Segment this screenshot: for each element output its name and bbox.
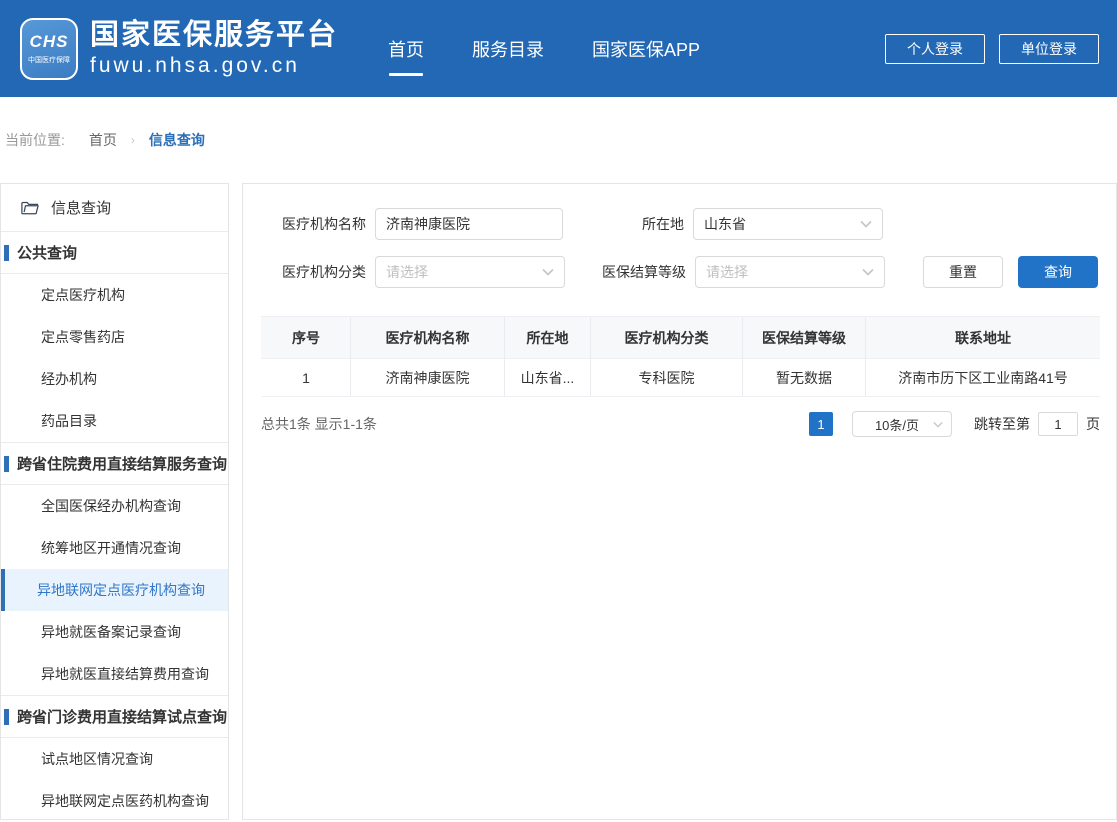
nav-item-service-catalog-label: 服务目录: [472, 40, 544, 60]
breadcrumb-current-link[interactable]: 信息查询: [149, 130, 205, 150]
logo-caption: 中国医疗保障: [28, 55, 70, 65]
chevron-down-icon: [862, 268, 874, 276]
breadcrumb-prefix: 当前位置:: [5, 130, 65, 150]
column-header-contact-address: 联系地址: [866, 317, 1100, 359]
sidebar-item-designated-medical-institution[interactable]: 定点医疗机构: [1, 274, 228, 316]
sidebar-title: 信息查询: [1, 184, 228, 232]
sidebar-group-header-cross-province-inpatient: 跨省住院费用直接结算服务查询: [1, 443, 228, 485]
site-title: 国家医保服务平台: [90, 19, 338, 52]
site-url: fuwu.nhsa.gov.cn: [90, 54, 338, 78]
brand-text: 国家医保服务平台 fuwu.nhsa.gov.cn: [90, 19, 338, 78]
page-jump: 跳转至第 页: [974, 412, 1100, 436]
settlement-level-label: 医保结算等级: [577, 262, 695, 282]
main-panel: 医疗机构名称 所在地 山东省 医疗机构分类 请选择: [242, 183, 1117, 820]
page-jump-suffix: 页: [1086, 414, 1100, 434]
nav-item-home-label: 首页: [388, 40, 424, 60]
search-button[interactable]: 查询: [1018, 256, 1098, 288]
sidebar-item-region-opening-query[interactable]: 统筹地区开通情况查询: [1, 527, 228, 569]
sidebar-item-designated-retail-pharmacy[interactable]: 定点零售药店: [1, 316, 228, 358]
sidebar-item-pilot-region-query[interactable]: 试点地区情况查询: [1, 738, 228, 780]
active-nav-underline: [389, 73, 423, 76]
sidebar-group-header-public-query: 公共查询: [1, 232, 228, 274]
sidebar-title-label: 信息查询: [51, 197, 111, 218]
location-select[interactable]: 山东省: [693, 208, 883, 240]
personal-login-button[interactable]: 个人登录: [885, 34, 985, 64]
sidebar-item-remote-filing-record-query[interactable]: 异地就医备案记录查询: [1, 611, 228, 653]
sidebar: 信息查询 公共查询 定点医疗机构 定点零售药店 经办机构 药品目录 跨省住院费用…: [0, 183, 229, 820]
sidebar-item-remote-networked-pharmacy-query[interactable]: 异地联网定点医药机构查询: [1, 780, 228, 820]
page-size-value: 10条/页: [861, 415, 933, 434]
cell-location: 山东省...: [505, 359, 591, 397]
unit-login-button[interactable]: 单位登录: [999, 34, 1099, 64]
cell-category: 专科医院: [591, 359, 743, 397]
pagination-summary: 总共1条 显示1-1条: [261, 414, 377, 434]
breadcrumb-separator-icon: ›: [131, 133, 135, 147]
page: CHS 中国医疗保障 国家医保服务平台 fuwu.nhsa.gov.cn 首页 …: [0, 0, 1117, 822]
institution-name-label: 医疗机构名称: [261, 214, 375, 234]
cell-contact-address: 济南市历下区工业南路41号: [866, 359, 1100, 397]
content-area: 信息查询 公共查询 定点医疗机构 定点零售药店 经办机构 药品目录 跨省住院费用…: [0, 183, 1117, 820]
page-jump-input[interactable]: [1038, 412, 1078, 436]
page-jump-prefix: 跳转至第: [974, 414, 1030, 434]
logo-abbr: CHS: [30, 32, 69, 52]
group-accent-bar: [4, 245, 9, 261]
group-accent-bar: [4, 709, 9, 725]
institution-name-input[interactable]: [375, 208, 563, 240]
cell-index: 1: [261, 359, 351, 397]
column-header-index: 序号: [261, 317, 351, 359]
sidebar-group-cross-province-outpatient: 跨省门诊费用直接结算试点查询 试点地区情况查询 异地联网定点医药机构查询: [1, 696, 228, 820]
page-number-button[interactable]: 1: [809, 412, 833, 436]
sidebar-group-cross-province-inpatient: 跨省住院费用直接结算服务查询 全国医保经办机构查询 统筹地区开通情况查询 异地联…: [1, 443, 228, 696]
table-row: 1 济南神康医院 山东省... 专科医院 暂无数据 济南市历下区工业南路41号: [261, 359, 1100, 397]
institution-category-select[interactable]: 请选择: [375, 256, 565, 288]
sidebar-item-handling-agency[interactable]: 经办机构: [1, 358, 228, 400]
column-header-settlement-level: 医保结算等级: [743, 317, 866, 359]
breadcrumb-home-link[interactable]: 首页: [89, 130, 117, 150]
institution-category-label: 医疗机构分类: [261, 262, 375, 282]
institution-category-placeholder: 请选择: [386, 262, 542, 282]
sidebar-group-public-query: 公共查询 定点医疗机构 定点零售药店 经办机构 药品目录: [1, 232, 228, 443]
settlement-level-placeholder: 请选择: [706, 262, 862, 282]
nav-item-national-app-label: 国家医保APP: [592, 40, 700, 60]
page-size-select[interactable]: 10条/页: [852, 411, 952, 437]
group-accent-bar: [4, 456, 9, 472]
reset-button[interactable]: 重置: [923, 256, 1003, 288]
folder-icon: [21, 200, 39, 215]
brand[interactable]: CHS 中国医疗保障 国家医保服务平台 fuwu.nhsa.gov.cn: [20, 18, 338, 80]
chevron-down-icon: [933, 421, 943, 428]
sidebar-group-header-cross-province-outpatient: 跨省门诊费用直接结算试点查询: [1, 696, 228, 738]
chevron-down-icon: [542, 268, 554, 276]
settlement-level-select[interactable]: 请选择: [695, 256, 885, 288]
table-header-row: 序号 医疗机构名称 所在地 医疗机构分类 医保结算等级 联系地址: [261, 317, 1100, 359]
sidebar-item-remote-settlement-cost-query[interactable]: 异地就医直接结算费用查询: [1, 653, 228, 695]
column-header-category: 医疗机构分类: [591, 317, 743, 359]
nav-item-national-app[interactable]: 国家医保APP: [590, 36, 702, 62]
nav-item-service-catalog[interactable]: 服务目录: [470, 36, 546, 62]
auth-buttons: 个人登录 单位登录: [871, 34, 1099, 64]
chs-logo-icon: CHS 中国医疗保障: [20, 18, 78, 80]
sidebar-item-remote-networked-medical-institution-query[interactable]: 异地联网定点医疗机构查询: [1, 569, 228, 611]
sidebar-item-national-agency-query[interactable]: 全国医保经办机构查询: [1, 485, 228, 527]
cell-settlement-level: 暂无数据: [743, 359, 866, 397]
location-label: 所在地: [575, 214, 693, 234]
location-select-value: 山东省: [704, 214, 860, 234]
nav-item-home[interactable]: 首页: [386, 36, 426, 62]
breadcrumb: 当前位置: 首页 › 信息查询: [0, 97, 1117, 151]
column-header-institution-name: 医疗机构名称: [351, 317, 505, 359]
filter-row-2: 医疗机构分类 请选择 医保结算等级 请选择 重置 查询: [261, 256, 1100, 288]
sidebar-item-drug-catalog[interactable]: 药品目录: [1, 400, 228, 442]
results-table: 序号 医疗机构名称 所在地 医疗机构分类 医保结算等级 联系地址 1 济南神康医…: [261, 316, 1100, 397]
top-header: CHS 中国医疗保障 国家医保服务平台 fuwu.nhsa.gov.cn 首页 …: [0, 0, 1117, 97]
filter-row-1: 医疗机构名称 所在地 山东省: [261, 208, 1100, 240]
chevron-down-icon: [860, 220, 872, 228]
cell-institution-name: 济南神康医院: [351, 359, 505, 397]
pagination-controls: 1 10条/页 跳转至第 页: [809, 411, 1100, 437]
top-nav: 首页 服务目录 国家医保APP: [386, 36, 746, 62]
column-header-location: 所在地: [505, 317, 591, 359]
pagination: 总共1条 显示1-1条 1 10条/页 跳转至第 页: [261, 411, 1100, 437]
